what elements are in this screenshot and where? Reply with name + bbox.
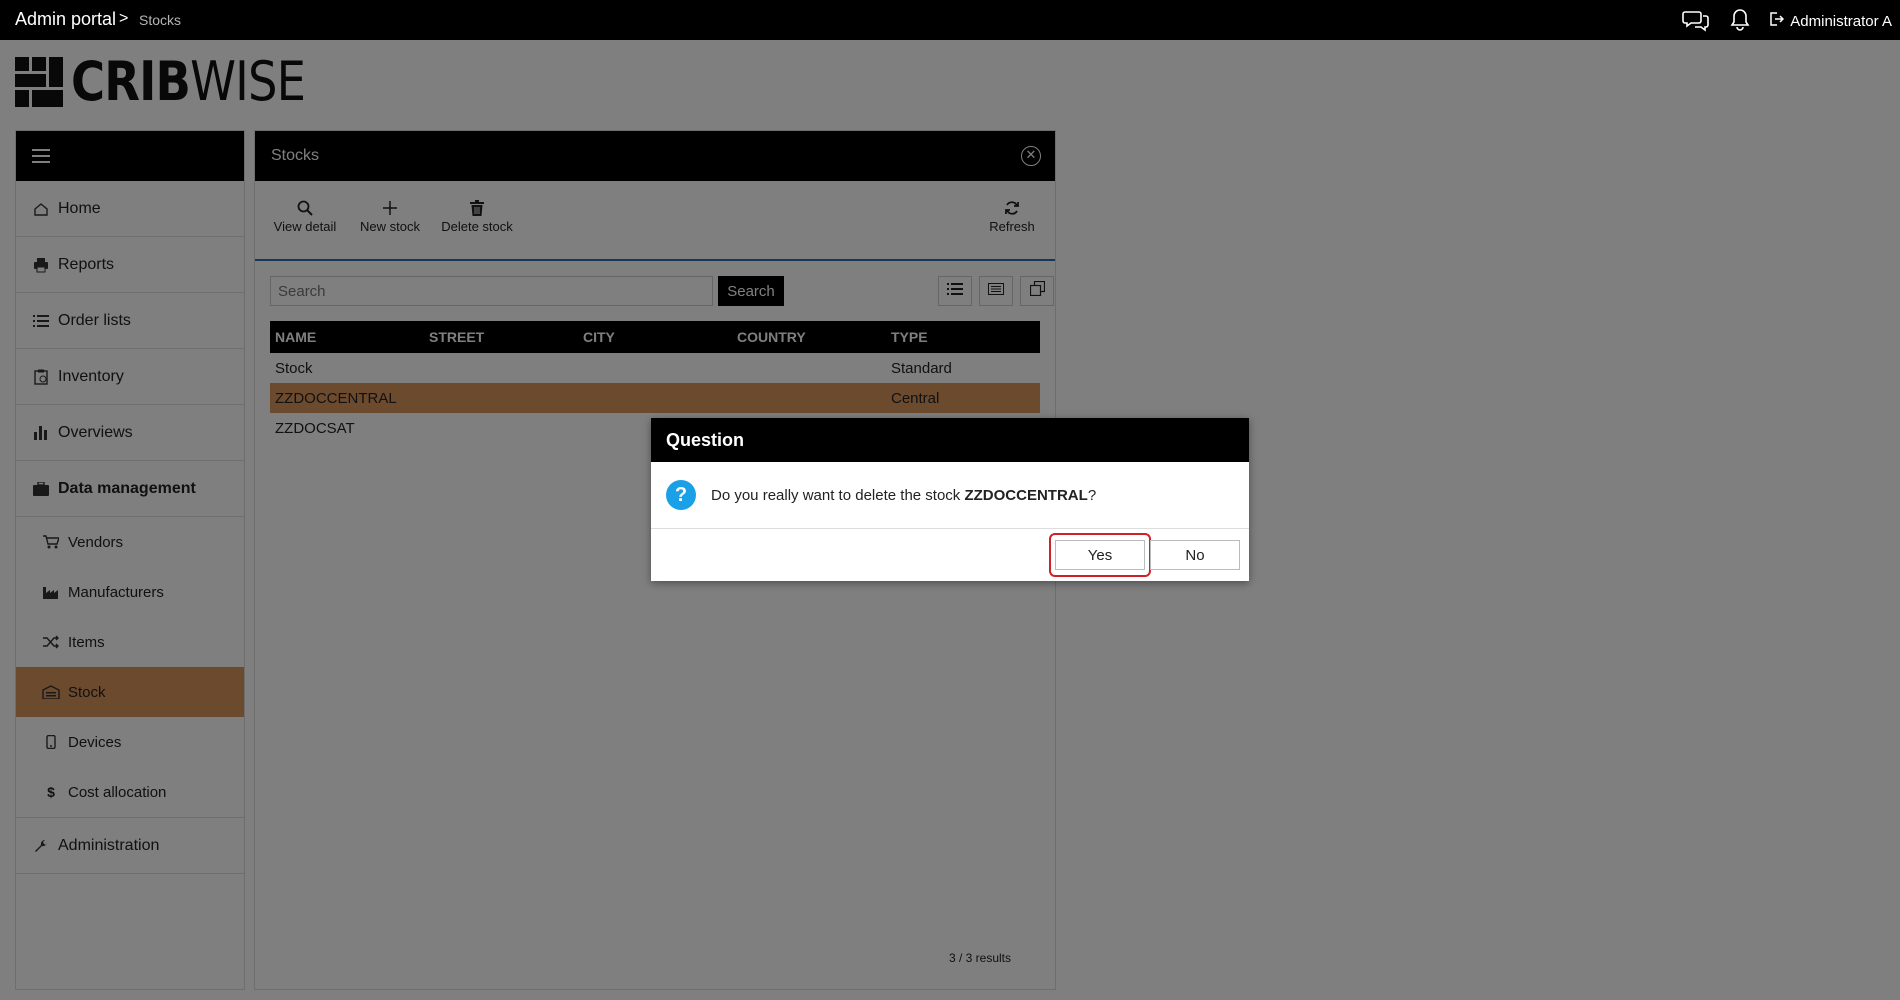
logout-icon[interactable] [1768, 11, 1785, 31]
no-button[interactable]: No [1150, 540, 1240, 570]
yes-button[interactable]: Yes [1055, 540, 1145, 570]
dialog-title: Question [651, 418, 1249, 462]
question-icon: ? [666, 480, 696, 510]
dialog-message: Do you really want to delete the stock Z… [711, 486, 1097, 504]
dialog-body: ? Do you really want to delete the stock… [651, 462, 1249, 529]
confirm-dialog: Question ? Do you really want to delete … [651, 418, 1249, 581]
breadcrumb-separator: > [119, 10, 129, 27]
user-menu[interactable]: Administrator A [1768, 11, 1892, 31]
dialog-footer: Yes No [651, 529, 1249, 581]
breadcrumb-current: Stocks [139, 12, 182, 28]
chat-icon[interactable] [1682, 8, 1709, 32]
top-bar: Admin portal > Stocks Administrator A [0, 0, 1900, 40]
bell-icon[interactable] [1729, 8, 1755, 32]
breadcrumb-root[interactable]: Admin portal [15, 9, 116, 30]
user-name[interactable]: Administrator A [1790, 13, 1892, 30]
